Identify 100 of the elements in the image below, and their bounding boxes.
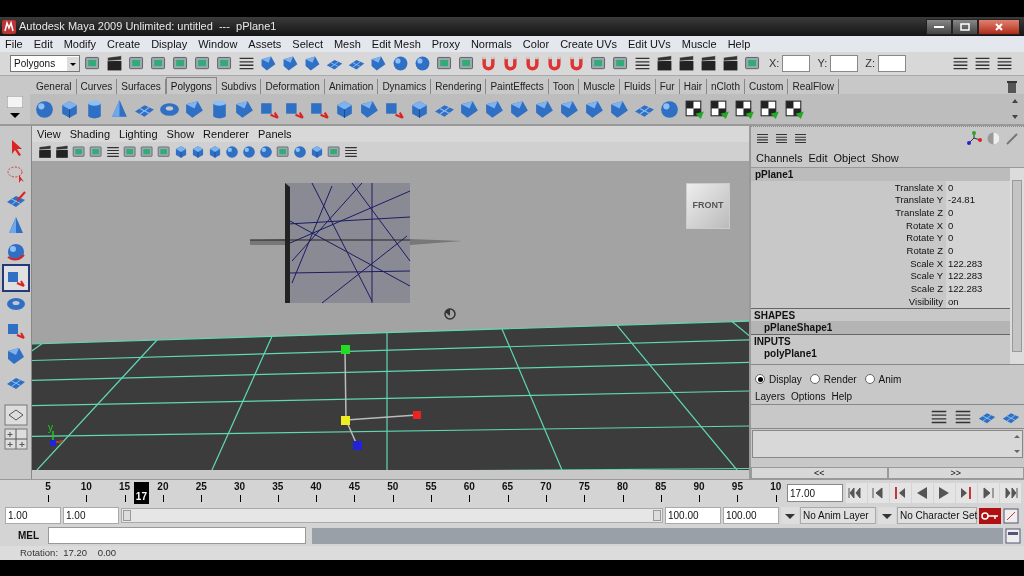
channel-name[interactable]: Scale Z (751, 284, 946, 294)
panel-menu-item[interactable]: Show (166, 125, 195, 143)
end-time-field[interactable]: 100.00 (723, 507, 779, 524)
menu-item[interactable]: Mesh (333, 35, 361, 53)
axis-icon[interactable] (967, 131, 982, 146)
menu-item[interactable]: Create (107, 35, 141, 53)
menu-item[interactable]: File (5, 35, 23, 53)
shelf-tab[interactable]: Polygons (165, 77, 217, 94)
coordinate-field[interactable] (782, 55, 811, 72)
menu-set-dropdown[interactable]: Polygons (10, 55, 80, 72)
sphere-icon[interactable] (391, 54, 410, 73)
object-name[interactable]: pPlane1 (751, 168, 1010, 181)
channel-value[interactable]: 0 (946, 244, 1010, 258)
maximize-button[interactable] (952, 18, 978, 35)
scroll-button[interactable]: << (751, 467, 888, 479)
menu-item[interactable]: Edit (33, 35, 53, 53)
channel-box-menu-item[interactable]: Channels (756, 150, 803, 167)
menu-item[interactable]: Window (198, 35, 238, 53)
panel-menu-item[interactable]: Panels (257, 125, 292, 143)
current-time-field[interactable]: 17.00 (787, 484, 843, 502)
trash-icon[interactable] (1006, 80, 1018, 94)
menu-item[interactable]: Edit UVs (628, 35, 671, 53)
panel-menu-item[interactable]: Shading (69, 125, 111, 143)
channel-box-menu-item[interactable]: Edit (808, 150, 828, 167)
scroll-button[interactable]: >> (887, 467, 1024, 479)
magnet-icon[interactable] (501, 54, 520, 73)
script-editor-icon[interactable] (1005, 527, 1021, 544)
four-pane-layout-icon[interactable] (3, 428, 28, 450)
radio-button[interactable] (864, 374, 875, 384)
magnet-icon[interactable] (567, 54, 586, 73)
skip-to-start-icon[interactable] (846, 483, 867, 503)
command-language-label[interactable]: MEL (18, 528, 48, 543)
menu-item[interactable]: Edit Mesh (371, 35, 421, 53)
menu-item[interactable]: Help (727, 35, 751, 53)
play-backward-icon[interactable] (912, 483, 933, 503)
radio-label[interactable]: Render (823, 371, 857, 387)
pin-icon[interactable] (1005, 131, 1020, 146)
view-cube[interactable]: FRONT (686, 183, 730, 229)
coordinate-field[interactable] (830, 55, 859, 72)
checker-icon[interactable] (683, 97, 706, 121)
step-back-icon[interactable] (868, 483, 889, 503)
camera-icon[interactable] (37, 143, 53, 160)
current-frame-marker[interactable]: 17 (133, 481, 149, 504)
menu-item[interactable]: Normals (470, 35, 512, 53)
skip-to-end-icon[interactable] (1000, 483, 1021, 503)
channel-name[interactable]: Translate X (751, 182, 946, 193)
channel-box-menu-item[interactable]: Show (871, 150, 899, 167)
radio-button[interactable] (809, 374, 820, 384)
channel-name[interactable]: Rotate Y (751, 233, 946, 243)
channel-name[interactable]: Translate Y (751, 195, 946, 205)
playback-end-field[interactable]: 100.00 (665, 507, 721, 524)
command-field[interactable] (48, 527, 306, 544)
checker-icon[interactable] (758, 97, 781, 121)
channel-value[interactable]: on (946, 295, 1010, 308)
step-back-key-icon[interactable] (890, 483, 911, 503)
character-set-field[interactable]: No Character Set (897, 507, 977, 524)
shelf-scroll-icon[interactable] (1010, 97, 1020, 121)
menu-item[interactable]: Color (522, 35, 550, 53)
magnet-icon[interactable] (523, 54, 542, 73)
channel-name[interactable]: Scale X (751, 258, 946, 269)
playback-start-field[interactable]: 1.00 (63, 507, 119, 524)
play-forward-icon[interactable] (934, 483, 955, 503)
layer-menu-item[interactable]: Options (791, 389, 826, 404)
channel-value[interactable]: 122.283 (946, 257, 1010, 270)
camera-icon[interactable] (54, 143, 70, 160)
layer-menu-item[interactable]: Layers (755, 389, 785, 404)
clapperboard-icon[interactable] (677, 54, 696, 73)
radio-button[interactable] (755, 374, 765, 384)
panel-menu-item[interactable]: Renderer (203, 125, 249, 143)
range-slider-bar[interactable] (122, 509, 662, 522)
clapperboard-icon[interactable] (699, 54, 718, 73)
menu-item[interactable]: Create UVs (560, 35, 617, 53)
channel-name[interactable]: Translate Z (751, 207, 946, 218)
magnet-icon[interactable] (479, 54, 498, 73)
magnet-icon[interactable] (545, 54, 564, 73)
channel-name[interactable]: Scale Y (751, 271, 946, 281)
channel-box-menu-item[interactable]: Object (833, 150, 866, 167)
menu-item[interactable]: Muscle (681, 35, 717, 53)
menu-item[interactable]: Display (151, 35, 188, 53)
step-forward-key-icon[interactable] (956, 483, 977, 503)
node-item[interactable]: polyPlane1 (751, 346, 1010, 360)
checker-icon[interactable] (733, 97, 756, 121)
auto-key-icon[interactable] (979, 507, 1001, 524)
channel-value[interactable]: 0 (946, 219, 1010, 232)
channel-value[interactable]: 0 (946, 206, 1010, 220)
menu-item[interactable]: Modify (63, 35, 97, 53)
panel-menu-item[interactable]: View (37, 125, 61, 143)
panel-menu-item[interactable]: Lighting (119, 125, 158, 143)
anim-layer-field[interactable]: No Anim Layer (800, 507, 876, 524)
channel-name[interactable]: Rotate Z (751, 246, 946, 256)
menu-item[interactable]: Select (292, 35, 323, 53)
radio-label[interactable]: Display (769, 371, 802, 387)
node-item[interactable]: pPlaneShape1 (751, 320, 1010, 334)
step-forward-icon[interactable] (978, 483, 999, 503)
start-time-field[interactable]: 1.00 (5, 507, 61, 524)
scrollbar[interactable] (1010, 168, 1024, 364)
checker-icon[interactable] (783, 97, 806, 121)
close-button[interactable] (978, 18, 1020, 35)
checker-icon[interactable] (708, 97, 731, 121)
menu-item[interactable]: Proxy (431, 35, 460, 53)
